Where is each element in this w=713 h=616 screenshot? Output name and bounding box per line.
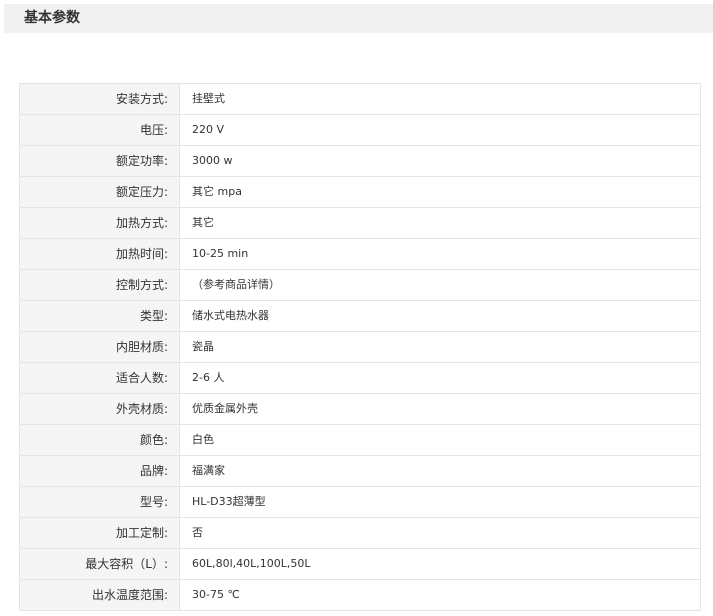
table-row: 加热时间: 10-25 min <box>19 238 701 270</box>
section-header: 基本参数 <box>4 4 713 33</box>
table-row: 外壳材质: 优质金属外壳 <box>19 393 701 425</box>
param-value: 2-6 人 <box>179 362 701 394</box>
table-row: 额定压力: 其它 mpa <box>19 176 701 208</box>
param-value: 福满家 <box>179 455 701 487</box>
table-row: 类型: 储水式电热水器 <box>19 300 701 332</box>
param-label: 安装方式: <box>19 83 180 115</box>
table-row: 内胆材质: 瓷晶 <box>19 331 701 363</box>
param-value: 3000 w <box>179 145 701 177</box>
param-value: 瓷晶 <box>179 331 701 363</box>
param-value: 其它 mpa <box>179 176 701 208</box>
param-value: 60L,80l,40L,100L,50L <box>179 548 701 580</box>
param-label: 控制方式: <box>19 269 180 301</box>
params-table: 安装方式: 挂壁式 电压: 220 V 额定功率: 3000 w 额定压力: 其… <box>19 83 701 611</box>
param-label: 加工定制: <box>19 517 180 549</box>
param-label: 型号: <box>19 486 180 518</box>
param-value: HL-D33超薄型 <box>179 486 701 518</box>
param-value: （参考商品详情） <box>179 269 701 301</box>
param-label: 额定压力: <box>19 176 180 208</box>
param-value: 10-25 min <box>179 238 701 270</box>
table-row: 额定功率: 3000 w <box>19 145 701 177</box>
section-title: 基本参数 <box>24 10 80 26</box>
table-row: 品牌: 福满家 <box>19 455 701 487</box>
table-row: 适合人数: 2-6 人 <box>19 362 701 394</box>
table-row: 颜色: 白色 <box>19 424 701 456</box>
param-value: 白色 <box>179 424 701 456</box>
param-value: 优质金属外壳 <box>179 393 701 425</box>
param-label: 加热方式: <box>19 207 180 239</box>
param-label: 加热时间: <box>19 238 180 270</box>
param-label: 外壳材质: <box>19 393 180 425</box>
table-row: 出水温度范围: 30-75 ℃ <box>19 579 701 611</box>
param-label: 品牌: <box>19 455 180 487</box>
param-label: 类型: <box>19 300 180 332</box>
param-label: 内胆材质: <box>19 331 180 363</box>
param-value: 挂壁式 <box>179 83 701 115</box>
table-row: 电压: 220 V <box>19 114 701 146</box>
param-value: 否 <box>179 517 701 549</box>
param-label: 电压: <box>19 114 180 146</box>
param-label: 颜色: <box>19 424 180 456</box>
table-row: 型号: HL-D33超薄型 <box>19 486 701 518</box>
param-label: 适合人数: <box>19 362 180 394</box>
param-value: 30-75 ℃ <box>179 579 701 611</box>
param-label: 最大容积（L）: <box>19 548 180 580</box>
table-row: 安装方式: 挂壁式 <box>19 83 701 115</box>
param-value: 220 V <box>179 114 701 146</box>
table-row: 加热方式: 其它 <box>19 207 701 239</box>
table-row: 加工定制: 否 <box>19 517 701 549</box>
param-label: 额定功率: <box>19 145 180 177</box>
table-row: 最大容积（L）: 60L,80l,40L,100L,50L <box>19 548 701 580</box>
param-label: 出水温度范围: <box>19 579 180 611</box>
param-value: 储水式电热水器 <box>179 300 701 332</box>
param-value: 其它 <box>179 207 701 239</box>
table-row: 控制方式: （参考商品详情） <box>19 269 701 301</box>
